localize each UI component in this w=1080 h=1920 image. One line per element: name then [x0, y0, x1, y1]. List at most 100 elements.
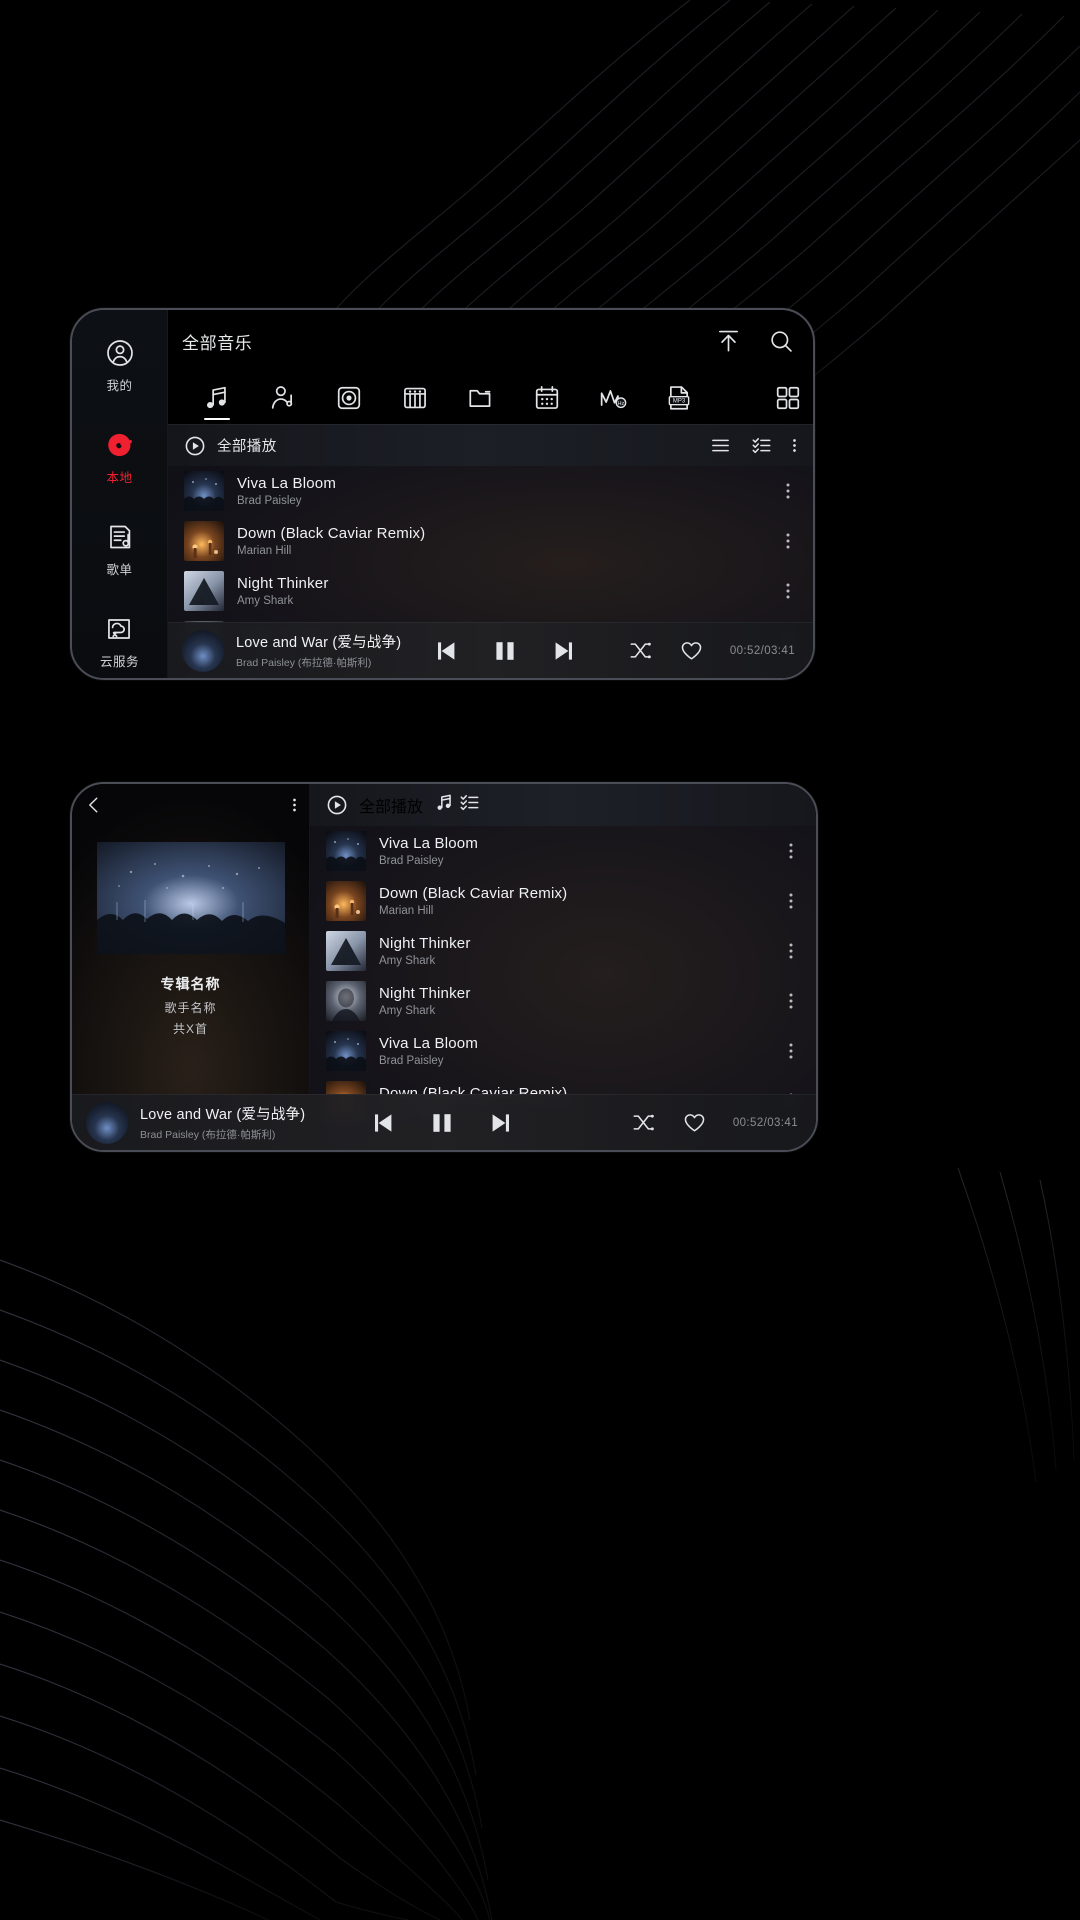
track-artwork: [184, 521, 224, 561]
phone-frame-music-library: 我的 本地 歌单 云服务 全部音乐 Hz MP3 全部播放 Viva La Bl…: [70, 308, 815, 680]
track-more-button[interactable]: [782, 990, 800, 1012]
skip-previous-icon[interactable]: [369, 1108, 399, 1138]
grid-view-icon[interactable]: [773, 383, 803, 413]
pause-icon[interactable]: [492, 636, 518, 666]
user-circle-icon: [106, 340, 133, 366]
track-title: Night Thinker: [237, 575, 329, 592]
album-disc-icon: [337, 386, 361, 410]
play-circle-icon[interactable]: [184, 435, 206, 457]
track-title: Down (Black Caviar Remix): [237, 525, 426, 542]
shuffle-icon[interactable]: [628, 638, 653, 663]
more-vertical-icon[interactable]: [779, 530, 797, 552]
search-icon[interactable]: [768, 328, 795, 355]
tab-folder[interactable]: [448, 372, 514, 424]
track-title: Viva La Bloom: [379, 835, 479, 852]
track-more-button[interactable]: [782, 940, 800, 962]
list-icon[interactable]: [710, 435, 731, 456]
sidebar-item-mine[interactable]: 我的: [105, 338, 135, 394]
svg-text:MP3: MP3: [673, 399, 686, 405]
sidebar-item-local[interactable]: 本地: [105, 430, 135, 486]
track-more-button[interactable]: [779, 530, 797, 552]
more-vertical-icon[interactable]: [782, 890, 800, 912]
library-tab-row: Hz MP3: [168, 372, 813, 424]
tab-date[interactable]: [514, 372, 580, 424]
folder-icon: [469, 389, 491, 407]
play-circle-icon[interactable]: [326, 794, 348, 816]
track-title: Viva La Bloom: [379, 1035, 479, 1052]
track-more-button[interactable]: [782, 840, 800, 862]
more-vertical-icon[interactable]: [782, 1040, 800, 1062]
track-more-button[interactable]: [782, 1040, 800, 1062]
track-row[interactable]: Night Thinker Amy Shark: [168, 566, 813, 616]
tab-instrument[interactable]: [382, 372, 448, 424]
playlist-icon: [109, 525, 130, 549]
track-artist: Amy Shark: [379, 1005, 436, 1017]
more-vertical-icon[interactable]: [779, 480, 797, 502]
more-vertical-icon[interactable]: [292, 795, 297, 815]
skip-next-icon[interactable]: [548, 636, 578, 666]
pause-icon[interactable]: [429, 1108, 455, 1138]
track-row[interactable]: Night Thinker Amy Shark: [310, 926, 816, 976]
tab-all-music[interactable]: [184, 372, 250, 424]
tab-album[interactable]: [316, 372, 382, 424]
now-playing-artist: Brad Paisley (布拉德·帕斯利): [236, 657, 372, 669]
play-all-bar: 全部播放: [168, 424, 813, 466]
track-row[interactable]: Viva La Bloom Brad Paisley: [310, 1026, 816, 1076]
track-meta: Viva La Bloom Brad Paisley: [379, 1035, 478, 1067]
sidebar-nav: 我的 本地 歌单 云服务: [72, 310, 168, 678]
track-row[interactable]: Down (Black Caviar Remix) Marian Hill: [310, 876, 816, 926]
multi-select-icon[interactable]: [751, 435, 772, 456]
player-bar: Love and War (爱与战争) Brad Paisley (布拉德·帕斯…: [168, 622, 813, 678]
sidebar-item-cloud-service[interactable]: 云服务: [100, 614, 139, 670]
tab-artist[interactable]: [250, 372, 316, 424]
now-playing-meta: Love and War (爱与战争) Brad Paisley (布拉德·帕斯…: [236, 631, 401, 670]
playback-time: 00:52/03:41: [729, 644, 795, 657]
track-row[interactable]: Down (Black Caviar Remix) Marian Hill: [168, 516, 813, 566]
track-title: Down (Black Caviar Remix): [379, 885, 568, 902]
track-meta: Night Thinker Amy Shark: [379, 985, 471, 1017]
track-more-button[interactable]: [779, 480, 797, 502]
player-controls: [432, 636, 578, 666]
more-vertical-icon[interactable]: [782, 840, 800, 862]
playback-time: 00:52/03:41: [732, 1116, 798, 1129]
heart-icon[interactable]: [679, 638, 704, 663]
track-artwork: [184, 471, 224, 511]
tab-hires[interactable]: Hz: [580, 372, 646, 424]
track-row[interactable]: Viva La Bloom Brad Paisley: [310, 826, 816, 876]
library-main-panel: 全部音乐 Hz MP3 全部播放 Viva La Bloom Brad Pais…: [168, 310, 813, 678]
track-artwork: [326, 931, 366, 971]
track-more-button[interactable]: [779, 580, 797, 602]
multi-select-icon[interactable]: [459, 792, 480, 813]
shuffle-icon[interactable]: [631, 1110, 656, 1135]
album-track-count: 共X首: [172, 1022, 208, 1036]
sidebar-item-playlist[interactable]: 歌单: [105, 522, 135, 578]
more-vertical-icon[interactable]: [779, 580, 797, 602]
more-vertical-icon[interactable]: [782, 990, 800, 1012]
track-more-button[interactable]: [782, 890, 800, 912]
back-arrow-icon[interactable]: [84, 795, 104, 815]
track-meta: Night Thinker Amy Shark: [379, 935, 471, 967]
phone-frame-album-detail: 专辑名称 歌手名称 共X首 全部播放 Viva La Bloom Brad Pa…: [70, 782, 818, 1152]
track-meta: Viva La Bloom Brad Paisley: [379, 835, 478, 867]
track-artwork: [326, 881, 366, 921]
skip-next-icon[interactable]: [485, 1108, 515, 1138]
now-playing-title: Love and War (爱与战争): [140, 1107, 306, 1123]
track-row[interactable]: Night Thinker Amy Shark: [310, 976, 816, 1026]
album-play-all-bar: 全部播放: [310, 784, 816, 826]
track-artist: Brad Paisley: [379, 855, 444, 867]
heart-icon[interactable]: [682, 1110, 707, 1135]
album-info-text: 专辑名称 歌手名称 共X首: [72, 974, 309, 1037]
track-artist: Brad Paisley: [379, 1055, 444, 1067]
track-artwork: [326, 1031, 366, 1071]
track-title: Viva La Bloom: [237, 475, 337, 492]
track-row[interactable]: Viva La Bloom Brad Paisley: [168, 466, 813, 516]
more-vertical-icon[interactable]: [782, 940, 800, 962]
tab-mp3[interactable]: MP3: [646, 372, 712, 424]
more-vertical-icon[interactable]: [792, 435, 797, 456]
skip-previous-icon[interactable]: [432, 636, 462, 666]
now-playing-title: Love and War (爱与战争): [236, 635, 402, 651]
album-cover-image: [96, 842, 285, 954]
cloud-service-icon: [108, 619, 131, 639]
music-note-icon[interactable]: [434, 792, 455, 813]
upload-icon[interactable]: [715, 328, 742, 355]
